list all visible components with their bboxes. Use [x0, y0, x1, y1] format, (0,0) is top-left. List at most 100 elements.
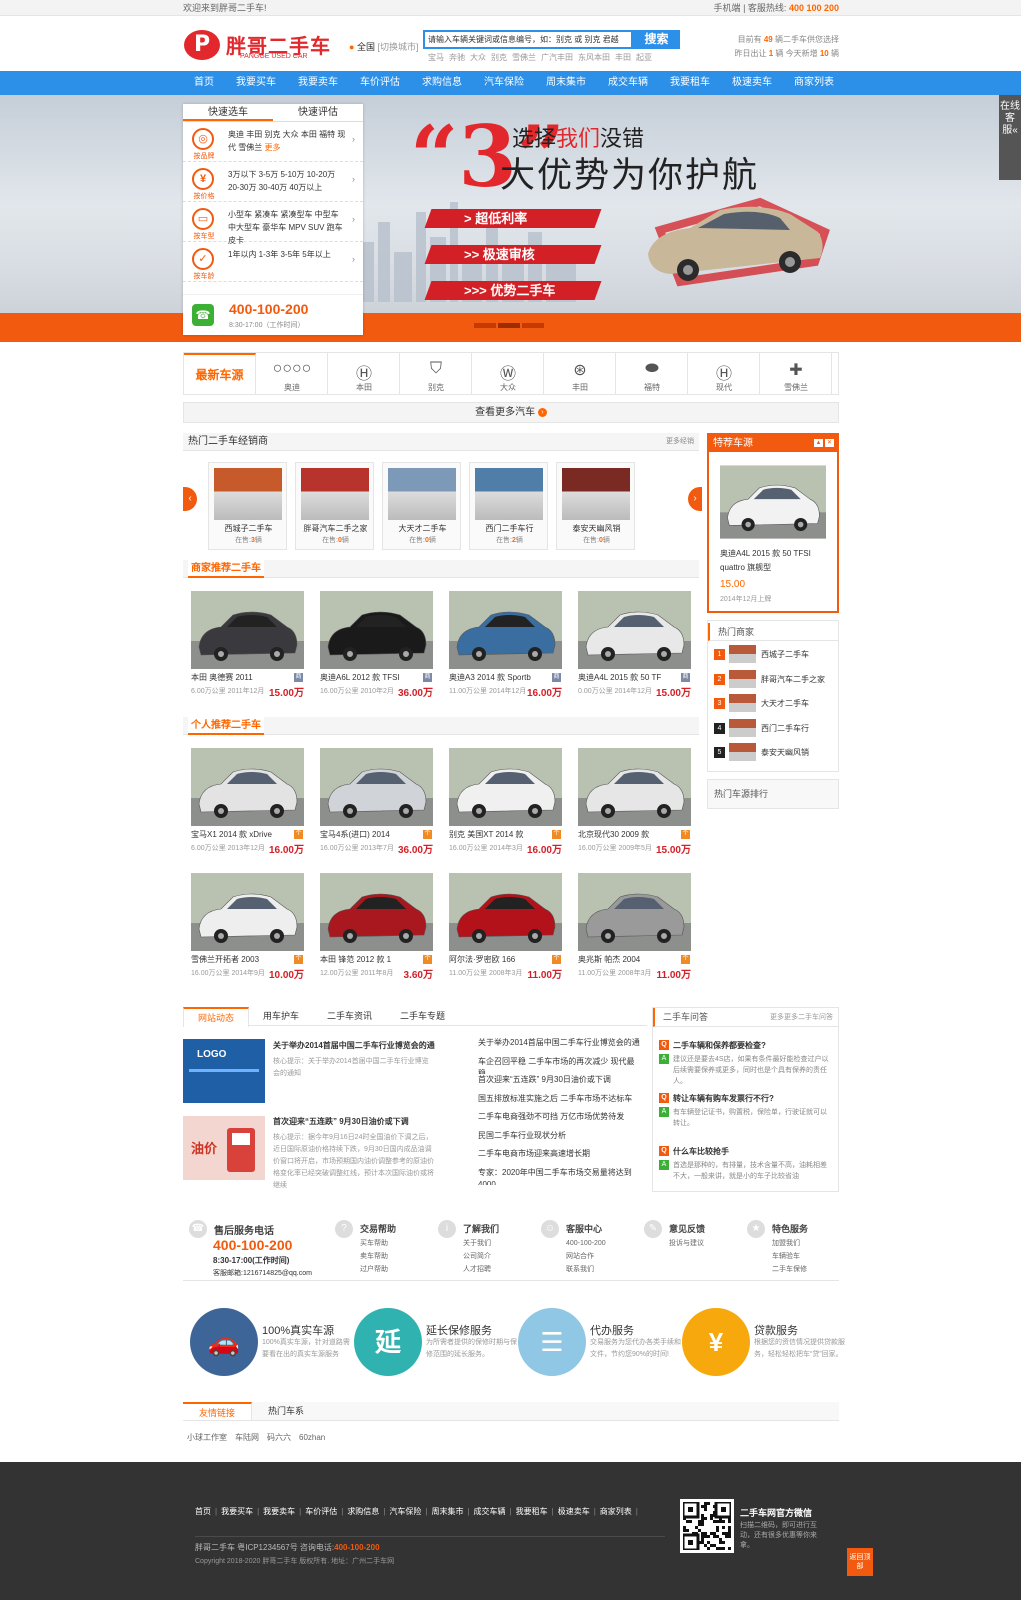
- nav-item[interactable]: 周末集市: [535, 71, 597, 95]
- service-link[interactable]: 车辆验车: [772, 1250, 807, 1263]
- dealer-name[interactable]: 西门二手车行: [470, 523, 549, 534]
- hot-keyword[interactable]: 雪佛兰: [512, 53, 536, 62]
- news-list-item[interactable]: 二手车电商强劲不可挡 万亿市场优势待发: [478, 1111, 640, 1130]
- qa-more-link[interactable]: 更多更多二手车问答: [770, 1008, 833, 1027]
- news-list-item[interactable]: 二手车电商市场迎来高速增长期: [478, 1148, 640, 1167]
- car-image[interactable]: [449, 748, 562, 826]
- service-link[interactable]: 加盟我们: [772, 1237, 807, 1250]
- hot-keyword[interactable]: 东风本田: [578, 53, 610, 62]
- dealer-name[interactable]: 大天才二手车: [383, 523, 462, 534]
- shop-rec-title[interactable]: 商家推荐二手车: [188, 560, 264, 578]
- view-more-cars-button[interactable]: 查看更多汽车 ›: [183, 402, 839, 423]
- footer-nav-link[interactable]: 商家列表: [600, 1507, 632, 1516]
- close-icon[interactable]: ✕: [825, 439, 834, 447]
- banner-dot[interactable]: [522, 323, 544, 328]
- chevron-right-icon[interactable]: ›: [352, 134, 355, 144]
- car-card[interactable]: 北京现代30 2009 款 个 16.00万公里 2009年5月 15.00万: [570, 740, 695, 856]
- hot-keyword[interactable]: 宝马: [428, 53, 444, 62]
- car-card[interactable]: 本田 锋范 2012 款 1 个 12.00万公里 2011年8月 3.60万: [312, 865, 437, 981]
- dealer-card[interactable]: 西门二手车行 在售:2辆: [469, 462, 548, 550]
- car-card[interactable]: 别克 美国XT 2014 款 个 16.00万公里 2014年3月 16.00万: [441, 740, 566, 856]
- car-name[interactable]: 宝马4系(进口) 2014: [320, 829, 390, 840]
- tab-quick-valuation[interactable]: 快速评估: [273, 104, 363, 121]
- logo-icon[interactable]: P: [184, 30, 220, 60]
- hot-shop-image[interactable]: [729, 645, 756, 663]
- quick-options-text[interactable]: 3万以下 3-5万 5-10万 10-20万 20-30万 30-40万 40万…: [228, 170, 335, 192]
- hot-shop-name[interactable]: 大天才二手车: [761, 698, 809, 709]
- news-list-item[interactable]: 首次迎来“五连跌” 9月30日油价或下调: [478, 1074, 640, 1093]
- nav-item[interactable]: 首页: [183, 71, 225, 95]
- friend-link[interactable]: 码六六: [267, 1433, 291, 1442]
- brand-item[interactable]: Ⓗ 本田: [328, 353, 400, 395]
- nav-item[interactable]: 极速卖车: [721, 71, 783, 95]
- dealers-next-arrow-icon[interactable]: ›: [688, 487, 702, 511]
- car-name[interactable]: 奥迪A3 2014 款 Sportb: [449, 672, 531, 683]
- hot-keyword[interactable]: 广汽丰田: [541, 53, 573, 62]
- nav-item[interactable]: 求购信息: [411, 71, 473, 95]
- quick-row-options[interactable]: 1年以内 1-3年 3-5年 5年以上: [228, 248, 346, 261]
- hot-shop-item[interactable]: 2 胖哥汽车二手之家: [714, 669, 834, 688]
- car-card[interactable]: 奥迪A3 2014 款 Sportb 商 11.00万公里 2014年12月 16.0…: [441, 583, 566, 699]
- hot-keyword[interactable]: 奔驰: [449, 53, 465, 62]
- news-tab[interactable]: 用车护车: [249, 1007, 313, 1025]
- dealer-image[interactable]: [388, 468, 456, 520]
- banner-dot[interactable]: [498, 323, 520, 328]
- car-card[interactable]: 阿尔法·罗密欧 166 个 11.00万公里 2008年3月 11.00万: [441, 865, 566, 981]
- car-name[interactable]: 雪佛兰开拓者 2003: [191, 954, 259, 965]
- brand-item[interactable]: ○○○○ 奥迪: [256, 353, 328, 395]
- car-name[interactable]: 奥兆斯 帕杰 2004: [578, 954, 640, 965]
- brand-item[interactable]: ⬬ 福特: [616, 353, 688, 395]
- city-selector[interactable]: ● 全国 [切换城市]: [349, 40, 419, 53]
- car-image[interactable]: [320, 748, 433, 826]
- service-link[interactable]: 关于我们: [463, 1237, 491, 1250]
- hot-shop-image[interactable]: [729, 718, 756, 737]
- hot-shop-image[interactable]: [729, 669, 756, 688]
- car-card[interactable]: 宝马4系(进口) 2014 个 16.00万公里 2013年7月 36.00万: [312, 740, 437, 856]
- dealer-card[interactable]: 大天才二手车 在售:0辆: [382, 462, 461, 550]
- personal-rec-title[interactable]: 个人推荐二手车: [188, 717, 264, 735]
- nav-item[interactable]: 车价评估: [349, 71, 411, 95]
- car-name[interactable]: 本田 奥德赛 2011: [191, 672, 253, 683]
- car-name[interactable]: 奥迪A6L 2012 款 TFSI: [320, 672, 400, 683]
- quick-row-options[interactable]: 奥迪 丰田 别克 大众 本田 福特 现代 雪佛兰 更多: [228, 128, 346, 154]
- car-image[interactable]: [191, 873, 304, 951]
- hot-shop-name[interactable]: 胖哥汽车二手之家: [761, 674, 825, 685]
- hot-shop-image[interactable]: [729, 743, 756, 761]
- news-list-item[interactable]: 关于举办2014首届中国二手车行业博览会的通: [478, 1037, 640, 1056]
- news-tab[interactable]: 二手车专题: [386, 1007, 459, 1025]
- car-image[interactable]: [191, 591, 304, 669]
- friend-link[interactable]: 60zhan: [299, 1433, 325, 1442]
- car-card[interactable]: 本田 奥德赛 2011 商 6.00万公里 2011年12月 15.00万: [183, 583, 308, 699]
- dealer-image[interactable]: [475, 468, 543, 520]
- quick-more-link[interactable]: 更多: [264, 143, 280, 152]
- qa-question[interactable]: Q 什么车比较抢手: [659, 1146, 831, 1160]
- city-switch-link[interactable]: [切换城市]: [377, 42, 418, 52]
- search-button[interactable]: 搜索: [633, 30, 680, 49]
- footer-nav-link[interactable]: 极速卖车: [558, 1507, 590, 1516]
- tab-quick-select[interactable]: 快速选车: [183, 104, 273, 121]
- car-card[interactable]: 宝马X1 2014 款 xDrive 个 6.00万公里 2013年12月 16.00…: [183, 740, 308, 856]
- news-image-expo[interactable]: LOGO: [183, 1039, 265, 1103]
- chevron-right-icon[interactable]: ›: [352, 174, 355, 184]
- news-list-item[interactable]: 车企召回平稳 二手车市场的再次减少 现代最稳: [478, 1056, 640, 1075]
- car-image[interactable]: [578, 873, 691, 951]
- news-tab[interactable]: 网站动态: [183, 1007, 250, 1027]
- news-featured-title-1[interactable]: 关于举办2014首届中国二手车行业博览会的通: [273, 1040, 435, 1051]
- hero-banner[interactable]: “3” 选择我们没错 大优势为你护航 > 超低利率 >> 极速审核 >>> 优势…: [0, 95, 1021, 342]
- brand-item[interactable]: ✚ 雪佛兰: [760, 353, 832, 395]
- chevron-right-icon[interactable]: ›: [352, 254, 355, 264]
- quick-options-text[interactable]: 1年以内 1-3年 3-5年 5年以上: [228, 250, 331, 259]
- featured-car-image[interactable]: [720, 464, 826, 540]
- qa-question[interactable]: Q 二手车辆和保养都要检查?: [659, 1040, 831, 1054]
- service-link[interactable]: 联系我们: [566, 1263, 606, 1276]
- dealer-card[interactable]: 西城子二手车 在售:3辆: [208, 462, 287, 550]
- qa-question[interactable]: Q 转让车辆有购车发票行不行?: [659, 1093, 831, 1107]
- back-to-top-button[interactable]: 返回顶部: [847, 1548, 873, 1576]
- hot-shop-name[interactable]: 西门二手车行: [761, 723, 809, 734]
- news-featured-title-2[interactable]: 首次迎来“五连跌” 9月30日油价或下调: [273, 1116, 409, 1127]
- hot-keyword[interactable]: 起亚: [636, 53, 652, 62]
- dealer-image[interactable]: [562, 468, 630, 520]
- hot-shop-item[interactable]: 1 西城子二手车: [714, 645, 834, 663]
- qa-item[interactable]: Q 二手车辆和保养都要检查? A 建议还是要去4S店，如果有条件最好能检查过户以后续需…: [659, 1040, 831, 1087]
- footer-nav-link[interactable]: 我要买车: [221, 1507, 253, 1516]
